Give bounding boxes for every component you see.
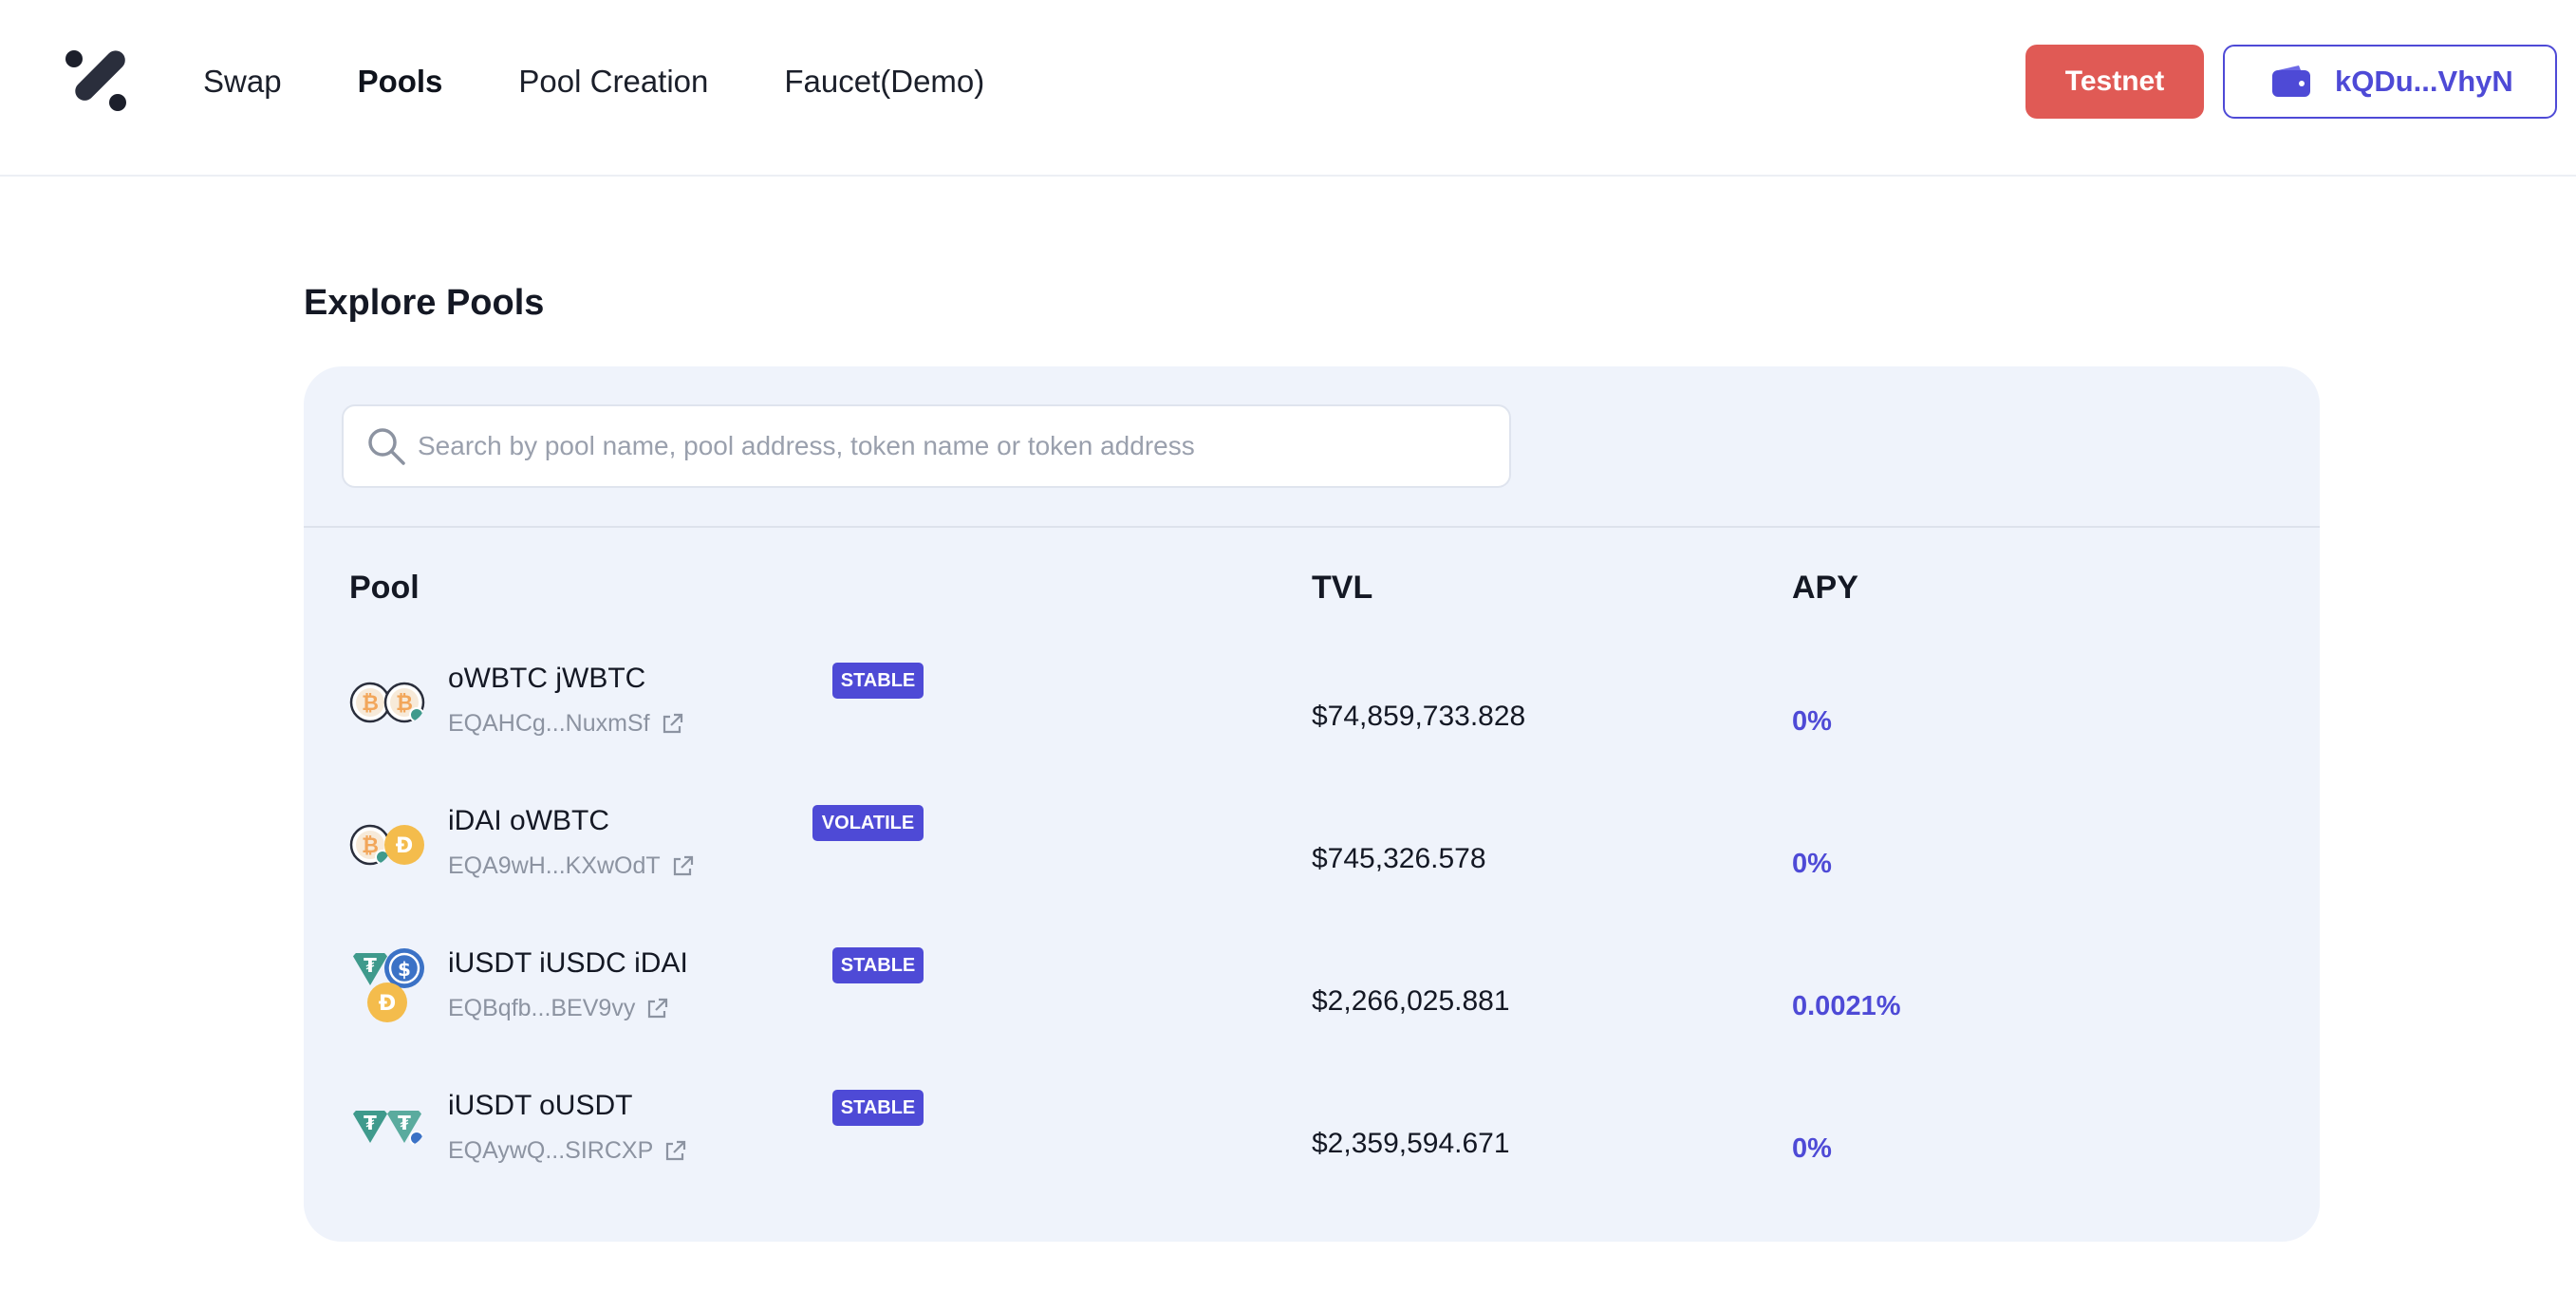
pool-address: EQBqfb...BEV9vy xyxy=(448,995,636,1021)
pool-apy: 0% xyxy=(1792,1133,1832,1164)
top-bar: Swap Pools Pool Creation Faucet(Demo) Te… xyxy=(0,0,2576,177)
pool-address: EQAHCg...NuxmSf xyxy=(448,710,650,737)
svg-text:₮: ₮ xyxy=(398,1112,411,1134)
pools-panel: Pool TVL APY ₿ ₿ oWBTC jWBTC EQAHCg...Nu… xyxy=(304,366,2320,1242)
token-icons: ₮ ₮ xyxy=(349,1090,444,1204)
external-link-icon[interactable] xyxy=(670,854,695,879)
token-icons: ₿ ₿ xyxy=(349,663,444,777)
pool-address: EQA9wH...KXwOdT xyxy=(448,852,661,879)
dai-coin-icon: Đ xyxy=(384,825,424,865)
pool-tvl: $2,359,594.671 xyxy=(1312,1128,1510,1159)
svg-text:₮: ₮ xyxy=(364,1112,377,1134)
wallet-icon xyxy=(2272,66,2310,97)
pool-tvl: $745,326.578 xyxy=(1312,843,1486,874)
pool-row[interactable]: ₮ ₮ iUSDT oUSDT EQAywQ...SIRCXP STABLE $… xyxy=(304,1090,2320,1232)
column-header-tvl[interactable]: TVL xyxy=(1312,570,1372,607)
external-link-icon[interactable] xyxy=(644,997,669,1021)
svg-text:₿: ₿ xyxy=(362,692,379,716)
nav-pools[interactable]: Pools xyxy=(358,64,443,100)
pool-apy: 0.0021% xyxy=(1792,991,1901,1021)
pool-name: oWBTC jWBTC xyxy=(448,663,646,694)
wallet-button[interactable]: kQDu...VhyN xyxy=(2223,45,2557,119)
external-link-icon[interactable] xyxy=(660,712,684,737)
svg-text:Đ: Đ xyxy=(379,992,396,1016)
token-icons: ₮ $ Đ xyxy=(349,947,444,1061)
network-label: Testnet xyxy=(2064,66,2165,97)
pool-row[interactable]: ₿ Đ iDAI oWBTC EQA9wH...KXwOdT VOLATILE … xyxy=(304,805,2320,947)
pool-name: iUSDT oUSDT xyxy=(448,1090,633,1121)
pool-apy: 0% xyxy=(1792,849,1832,879)
wallet-address-label: kQDu...VhyN xyxy=(2335,65,2513,98)
pool-name: iDAI oWBTC xyxy=(448,805,610,836)
svg-text:₮: ₮ xyxy=(364,954,377,977)
usdt-bridged-coin-icon: ₮ xyxy=(385,1111,424,1146)
divider xyxy=(304,526,2320,528)
pool-type-badge: STABLE xyxy=(832,1090,924,1126)
pool-address-link[interactable]: EQAywQ...SIRCXP xyxy=(448,1137,687,1165)
pool-address: EQAywQ...SIRCXP xyxy=(448,1137,654,1164)
main-nav: Swap Pools Pool Creation Faucet(Demo) xyxy=(203,0,1060,163)
pool-tvl: $2,266,025.881 xyxy=(1312,985,1510,1017)
svg-text:$: $ xyxy=(398,958,411,981)
nav-swap[interactable]: Swap xyxy=(203,64,282,100)
column-header-apy[interactable]: APY xyxy=(1792,570,1858,607)
page-title: Explore Pools xyxy=(304,283,545,323)
search-input[interactable] xyxy=(418,431,1500,461)
pool-apy: 0% xyxy=(1792,706,1832,737)
pool-type-badge: STABLE xyxy=(832,663,924,699)
token-icons: ₿ Đ xyxy=(349,805,444,919)
search-icon xyxy=(368,428,405,465)
pool-address-link[interactable]: EQAHCg...NuxmSf xyxy=(448,710,684,738)
pool-address-link[interactable]: EQA9wH...KXwOdT xyxy=(448,852,695,880)
pool-row[interactable]: ₮ $ Đ iUSDT iUSDC iDAI EQBqfb...BEV9vy S… xyxy=(304,947,2320,1090)
pool-tvl: $74,859,733.828 xyxy=(1312,701,1526,732)
table-header: Pool TVL APY xyxy=(304,556,2320,623)
svg-text:Đ: Đ xyxy=(396,834,413,858)
pool-type-badge: STABLE xyxy=(832,947,924,983)
app-logo-icon[interactable] xyxy=(63,47,131,116)
external-link-icon[interactable] xyxy=(663,1139,687,1164)
search-box[interactable] xyxy=(342,404,1511,488)
column-header-pool[interactable]: Pool xyxy=(349,570,420,607)
nav-faucet[interactable]: Faucet(Demo) xyxy=(784,64,984,100)
dai-coin-icon: Đ xyxy=(367,982,407,1022)
nav-pool-creation[interactable]: Pool Creation xyxy=(518,64,708,100)
pool-type-badge: VOLATILE xyxy=(812,805,924,841)
network-button[interactable]: Testnet xyxy=(2025,45,2204,119)
btc-bridged-coin-icon: ₿ xyxy=(383,682,425,723)
pool-row[interactable]: ₿ ₿ oWBTC jWBTC EQAHCg...NuxmSf STABLE $… xyxy=(304,663,2320,805)
pool-name: iUSDT iUSDC iDAI xyxy=(448,947,688,979)
pool-address-link[interactable]: EQBqfb...BEV9vy xyxy=(448,995,669,1022)
